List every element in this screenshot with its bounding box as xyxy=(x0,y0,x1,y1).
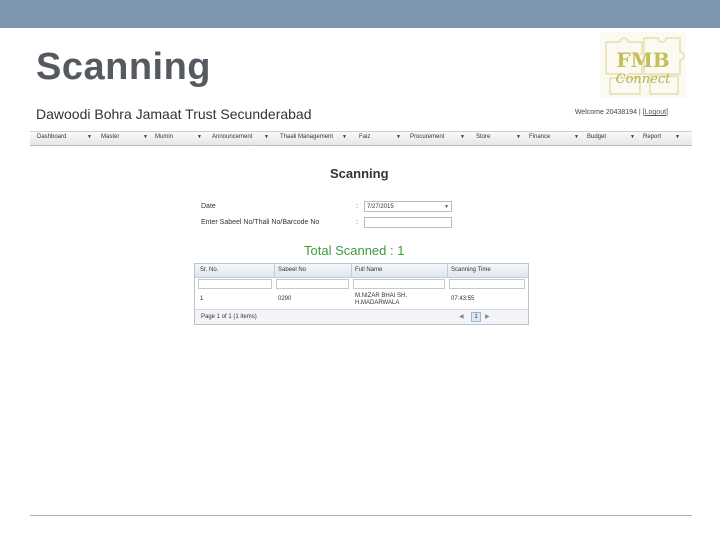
dropdown-arrow-icon[interactable]: ▼ xyxy=(444,202,449,213)
caret-down-icon: ▼ xyxy=(342,134,347,140)
caret-down-icon: ▼ xyxy=(197,134,202,140)
menu-label: Thaali Management xyxy=(280,134,334,140)
pager-current-page[interactable]: 1 xyxy=(471,312,481,322)
menu-procurement[interactable]: Procurement ▼ xyxy=(410,134,465,140)
caret-down-icon: ▼ xyxy=(516,134,521,140)
caret-down-icon: ▼ xyxy=(143,134,148,140)
main-menu: Dashboard ▼ Master ▼ Mumin ▼ Announcement ▼ … xyxy=(30,131,692,146)
filter-input-time[interactable] xyxy=(449,279,525,289)
cell-time: 07:43:55 xyxy=(451,296,475,302)
fmb-connect-logo: FMB Connect xyxy=(600,32,686,98)
grid-pager: Page 1 of 1 (1 items) ◀ 1 ▶ xyxy=(195,309,528,324)
cell-sr: 1 xyxy=(200,296,204,302)
welcome-user: Welcome 20438194 | [ xyxy=(574,109,645,116)
logo-line-2: Connect xyxy=(615,72,671,87)
column-header[interactable]: Scanning Time xyxy=(451,267,491,273)
sabeel-label: Enter Sabeel No/Thali No/Barcode No xyxy=(201,219,320,226)
cell-sabeel: 0290 xyxy=(278,296,292,302)
menu-label: Faiz xyxy=(359,134,371,140)
caret-down-icon: ▼ xyxy=(460,134,465,140)
menu-announcement[interactable]: Announcement ▼ xyxy=(212,134,269,140)
date-colon: : xyxy=(356,203,358,210)
caret-down-icon: ▼ xyxy=(87,134,92,140)
menu-label: Budget xyxy=(587,134,607,140)
date-label: Date xyxy=(201,203,216,210)
filter-input-name[interactable] xyxy=(353,279,445,289)
caret-down-icon: ▼ xyxy=(396,134,401,140)
menu-label: Procurement xyxy=(410,134,445,140)
grid-header: Sr. No. Sabeel No Full Name Scanning Tim… xyxy=(195,264,528,278)
menu-finance[interactable]: Finance ▼ xyxy=(529,134,579,140)
cell-name-line-2: H.MADARWALA xyxy=(355,300,400,306)
filter-input-sabeel[interactable] xyxy=(276,279,349,289)
slide-top-bar xyxy=(0,0,720,28)
welcome-text: Welcome 20438194 | [Logout] xyxy=(575,109,668,116)
caret-down-icon: ▼ xyxy=(264,134,269,140)
caret-down-icon: ▼ xyxy=(675,134,680,140)
pager-summary: Page 1 of 1 (1 items) xyxy=(201,314,257,320)
column-header[interactable]: Full Name xyxy=(355,267,382,273)
menu-label: Store xyxy=(476,134,491,140)
app-name: Dawoodi Bohra Jamaat Trust Secunderabad xyxy=(36,106,312,122)
menu-label: Finance xyxy=(529,134,551,140)
cell-name-line-1: M.NIZAR BHAI SH. xyxy=(355,293,408,299)
app-header: Dawoodi Bohra Jamaat Trust Secunderabad … xyxy=(30,103,692,129)
menu-label: Master xyxy=(101,134,120,140)
date-picker[interactable]: 7/27/2015 ▼ xyxy=(364,201,452,212)
menu-mumin[interactable]: Mumin ▼ xyxy=(155,134,202,140)
pager-next-icon[interactable]: ▶ xyxy=(485,313,490,320)
menu-faiz[interactable]: Faiz ▼ xyxy=(359,134,401,140)
menu-report[interactable]: Report ▼ xyxy=(643,134,680,140)
column-header[interactable]: Sr. No. xyxy=(200,267,218,273)
filter-input-sr[interactable] xyxy=(198,279,272,289)
column-divider xyxy=(351,264,352,277)
slide-bottom-divider xyxy=(30,515,692,516)
logout-link[interactable]: Logout xyxy=(645,109,666,116)
menu-label: Announcement xyxy=(212,134,253,140)
caret-down-icon: ▼ xyxy=(574,134,579,140)
column-divider xyxy=(447,264,448,277)
scan-grid: Sr. No. Sabeel No Full Name Scanning Tim… xyxy=(194,263,529,325)
column-divider xyxy=(274,264,275,277)
menu-store[interactable]: Store ▼ xyxy=(476,134,521,140)
caret-down-icon: ▼ xyxy=(630,134,635,140)
menu-dashboard[interactable]: Dashboard ▼ xyxy=(37,134,92,140)
menu-label: Dashboard xyxy=(37,134,67,140)
total-scanned: Total Scanned : 1 xyxy=(304,243,405,258)
menu-label: Mumin xyxy=(155,134,174,140)
slide-title: Scanning xyxy=(36,46,212,88)
menu-label: Report xyxy=(643,134,662,140)
menu-thaali-management[interactable]: Thaali Management ▼ xyxy=(280,134,347,140)
sabeel-input[interactable] xyxy=(364,217,452,228)
welcome-suffix: ] xyxy=(666,109,668,116)
logo-line-1: FMB xyxy=(616,48,670,72)
menu-budget[interactable]: Budget ▼ xyxy=(587,134,635,140)
date-value: 7/27/2015 xyxy=(367,204,394,210)
sabeel-colon: : xyxy=(356,219,358,226)
page-heading: Scanning xyxy=(330,166,389,181)
menu-master[interactable]: Master ▼ xyxy=(101,134,148,140)
pager-prev-icon[interactable]: ◀ xyxy=(459,313,464,320)
column-header[interactable]: Sabeel No xyxy=(278,267,306,273)
